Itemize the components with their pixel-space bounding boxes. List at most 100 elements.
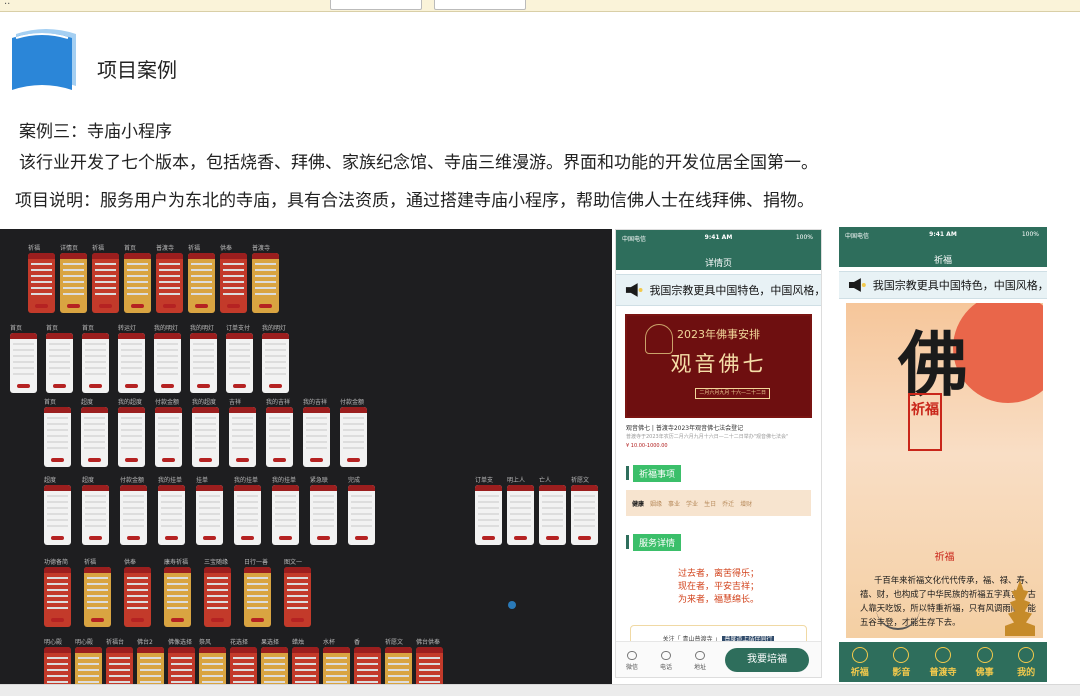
nav-item-4[interactable]: 我的 — [1008, 647, 1044, 678]
screen-thumbnail[interactable] — [272, 485, 299, 545]
screen-thumbnail[interactable] — [118, 407, 145, 467]
nav-item-3[interactable]: 佛事 — [967, 647, 1003, 678]
screen-thumbnail[interactable] — [348, 485, 375, 545]
screen-thumbnail[interactable] — [81, 407, 108, 467]
screen-thumbnail[interactable] — [310, 485, 337, 545]
screen-thumbnail[interactable] — [340, 407, 367, 467]
screen-label: 日行一善 — [244, 559, 269, 566]
page-title: 详情页 — [704, 259, 732, 269]
screen-label: 我的超度 — [192, 399, 217, 406]
screen-thumbnail[interactable] — [46, 333, 73, 393]
screen-thumbnail[interactable] — [60, 253, 87, 313]
poster-year: 2023年佛事安排 — [677, 328, 760, 341]
screen-label: 祈福 — [84, 559, 97, 566]
toolbar-field[interactable] — [434, 0, 526, 10]
notice-marquee: 我国宗教更具中国特色，中国风格， — [839, 271, 1047, 299]
screen-thumbnail[interactable] — [124, 567, 151, 627]
screen-thumbnail[interactable] — [234, 485, 261, 545]
nav-item-1[interactable]: 影音 — [883, 647, 919, 678]
screen-thumbnail[interactable] — [155, 407, 182, 467]
screen-label: 超度 — [81, 399, 94, 406]
screen-thumbnail[interactable] — [220, 253, 247, 313]
screen-thumbnail[interactable] — [303, 407, 330, 467]
screen-thumbnail[interactable] — [84, 567, 111, 627]
donate-button[interactable]: 我要培福 — [725, 648, 809, 672]
screen-thumbnail[interactable] — [204, 567, 231, 627]
wechat-button[interactable]: 微信 — [620, 651, 644, 671]
screen-label: 祭风 — [199, 639, 212, 646]
screen-thumbnail[interactable] — [475, 485, 502, 545]
phone-button[interactable]: 电话 — [654, 651, 678, 671]
screen-thumbnail[interactable] — [156, 253, 183, 313]
tab-6[interactable]: 增财 — [740, 499, 752, 508]
nav-item-2[interactable]: 普渡寺 — [925, 647, 961, 678]
screen-thumbnail[interactable] — [190, 333, 217, 393]
screen-label: 订单支付 — [226, 325, 251, 332]
case-line: 案例三：寺庙小程序 — [19, 122, 172, 142]
screen-thumbnail[interactable] — [539, 485, 566, 545]
screen-thumbnail[interactable] — [154, 333, 181, 393]
tab-2[interactable]: 事业 — [668, 499, 680, 508]
screen-label: 我的吉祥 — [303, 399, 328, 406]
nav-icon — [934, 647, 951, 663]
project-note: 项目说明：服务用户为东北的寺庙，具有合法资质，通过搭建寺庙小程序，帮助信佛人士在… — [15, 191, 814, 211]
screen-label: 祈福 — [28, 245, 41, 252]
screen-label: 祈愿文 — [571, 477, 590, 484]
tab-0[interactable]: 健康 — [632, 499, 644, 508]
screen-thumbnail[interactable] — [266, 407, 293, 467]
screen-thumbnail[interactable] — [44, 485, 71, 545]
screen-label: 我的明灯 — [262, 325, 287, 332]
screen-label: 首页 — [46, 325, 59, 332]
screen-thumbnail[interactable] — [226, 333, 253, 393]
tab-5[interactable]: 乔迁 — [722, 499, 734, 508]
book-logo-icon — [12, 29, 76, 90]
screen-label: 佛台2 — [137, 639, 153, 646]
screen-thumbnail[interactable] — [124, 253, 151, 313]
status-bar: 中国电信 9:41 AM 100% 详情页 — [616, 230, 821, 270]
screen-thumbnail[interactable] — [188, 253, 215, 313]
phone-icon — [661, 651, 671, 660]
tab-1[interactable]: 姻缘 — [650, 499, 662, 508]
screen-thumbnail[interactable] — [28, 253, 55, 313]
screen-thumbnail[interactable] — [229, 407, 256, 467]
bottom-action-bar: 微信 电话 地址 我要培福 — [616, 641, 821, 677]
screen-thumbnail[interactable] — [92, 253, 119, 313]
screen-label: 佛台供奉 — [416, 639, 441, 646]
battery-text: 100% — [1021, 231, 1039, 238]
screen-thumbnail[interactable] — [120, 485, 147, 545]
screen-thumbnail[interactable] — [196, 485, 223, 545]
screen-thumbnail[interactable] — [262, 333, 289, 393]
nav-label: 地址 — [693, 664, 706, 671]
screen-thumbnail[interactable] — [507, 485, 534, 545]
screen-thumbnail[interactable] — [571, 485, 598, 545]
tab-4[interactable]: 生日 — [704, 499, 716, 508]
toolbar-field[interactable] — [330, 0, 422, 10]
blessing-tabs: 健康 姻缘 事业 学业 生日 乔迁 增财 — [626, 490, 811, 516]
prototype-board: 祈福 详情页 祈福 首页 普渡寺 祈福 供奉 普渡寺 首页 首页 首页 转运灯 我的明灯 我的明灯 订单支付… — [0, 229, 612, 696]
screen-label: 蜡烛 — [292, 639, 305, 646]
screen-label: 祈福台 — [106, 639, 125, 646]
screen-label: 水杯 — [323, 639, 336, 646]
screen-thumbnail[interactable] — [164, 567, 191, 627]
screen-label: 我的明灯 — [154, 325, 179, 332]
screen-thumbnail[interactable] — [244, 567, 271, 627]
address-button[interactable]: 地址 — [688, 651, 712, 671]
toolbar-text: .. — [4, 0, 11, 7]
screen-label: 普渡寺 — [252, 245, 271, 252]
screen-thumbnail[interactable] — [44, 407, 71, 467]
screen-thumbnail[interactable] — [192, 407, 219, 467]
screen-thumbnail[interactable] — [118, 333, 145, 393]
screen-thumbnail[interactable] — [158, 485, 185, 545]
tab-3[interactable]: 学业 — [686, 499, 698, 508]
screen-thumbnail[interactable] — [44, 567, 71, 627]
section-label: 服务详情 — [633, 533, 682, 551]
screen-thumbnail[interactable] — [10, 333, 37, 393]
screen-thumbnail[interactable] — [82, 485, 109, 545]
nav-item-0[interactable]: 祈福 — [842, 647, 878, 678]
event-poster[interactable]: 2023年佛事安排 观音佛七 二月六月九月 十六—二十二日 — [625, 314, 812, 418]
screen-thumbnail[interactable] — [284, 567, 311, 627]
screen-thumbnail[interactable] — [82, 333, 109, 393]
screen-thumbnail[interactable] — [252, 253, 279, 313]
section-label: 祈福事项 — [633, 464, 682, 482]
phone-detail-page: 中国电信 9:41 AM 100% 详情页 我国宗教更具中国特色，中国风格， 2… — [615, 229, 822, 678]
